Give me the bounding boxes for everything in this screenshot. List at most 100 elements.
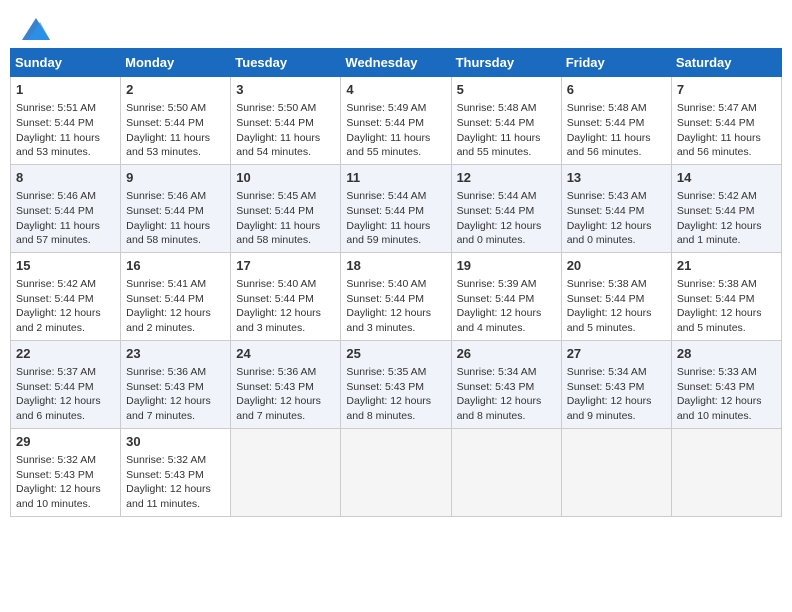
daylight: Daylight: 12 hours and 5 minutes. — [677, 307, 762, 334]
sunrise: Sunrise: 5:41 AM — [126, 278, 206, 290]
daylight: Daylight: 11 hours and 58 minutes. — [126, 220, 210, 247]
sunset: Sunset: 5:44 PM — [126, 117, 204, 129]
calendar-cell: 21 Sunrise: 5:38 AM Sunset: 5:44 PM Dayl… — [671, 252, 781, 340]
daylight: Daylight: 12 hours and 3 minutes. — [236, 307, 321, 334]
daylight: Daylight: 12 hours and 0 minutes. — [567, 220, 652, 247]
day-number: 25 — [346, 345, 445, 363]
sunrise: Sunrise: 5:38 AM — [677, 278, 757, 290]
calendar-cell: 22 Sunrise: 5:37 AM Sunset: 5:44 PM Dayl… — [11, 340, 121, 428]
sunset: Sunset: 5:44 PM — [346, 117, 424, 129]
day-number: 4 — [346, 81, 445, 99]
calendar-cell: 9 Sunrise: 5:46 AM Sunset: 5:44 PM Dayli… — [121, 164, 231, 252]
sunrise: Sunrise: 5:34 AM — [457, 366, 537, 378]
day-number: 16 — [126, 257, 225, 275]
day-number: 18 — [346, 257, 445, 275]
daylight: Daylight: 11 hours and 56 minutes. — [677, 132, 761, 159]
day-number: 6 — [567, 81, 666, 99]
day-number: 11 — [346, 169, 445, 187]
sunset: Sunset: 5:44 PM — [677, 117, 755, 129]
calendar-cell: 17 Sunrise: 5:40 AM Sunset: 5:44 PM Dayl… — [231, 252, 341, 340]
day-number: 19 — [457, 257, 556, 275]
calendar-cell — [671, 428, 781, 516]
day-of-week-header: Thursday — [451, 49, 561, 77]
day-number: 29 — [16, 433, 115, 451]
sunrise: Sunrise: 5:32 AM — [16, 454, 96, 466]
calendar-cell: 6 Sunrise: 5:48 AM Sunset: 5:44 PM Dayli… — [561, 77, 671, 165]
calendar-cell: 16 Sunrise: 5:41 AM Sunset: 5:44 PM Dayl… — [121, 252, 231, 340]
sunset: Sunset: 5:44 PM — [457, 293, 535, 305]
calendar-cell: 29 Sunrise: 5:32 AM Sunset: 5:43 PM Dayl… — [11, 428, 121, 516]
day-number: 20 — [567, 257, 666, 275]
daylight: Daylight: 12 hours and 6 minutes. — [16, 395, 101, 422]
sunrise: Sunrise: 5:34 AM — [567, 366, 647, 378]
day-number: 10 — [236, 169, 335, 187]
sunrise: Sunrise: 5:44 AM — [457, 190, 537, 202]
sunset: Sunset: 5:43 PM — [16, 469, 94, 481]
calendar-cell: 19 Sunrise: 5:39 AM Sunset: 5:44 PM Dayl… — [451, 252, 561, 340]
calendar-cell: 15 Sunrise: 5:42 AM Sunset: 5:44 PM Dayl… — [11, 252, 121, 340]
daylight: Daylight: 12 hours and 10 minutes. — [16, 483, 101, 510]
sunset: Sunset: 5:44 PM — [567, 293, 645, 305]
calendar-cell: 28 Sunrise: 5:33 AM Sunset: 5:43 PM Dayl… — [671, 340, 781, 428]
day-number: 13 — [567, 169, 666, 187]
daylight: Daylight: 12 hours and 11 minutes. — [126, 483, 211, 510]
sunset: Sunset: 5:44 PM — [567, 205, 645, 217]
sunrise: Sunrise: 5:45 AM — [236, 190, 316, 202]
sunset: Sunset: 5:44 PM — [457, 117, 535, 129]
calendar-cell: 18 Sunrise: 5:40 AM Sunset: 5:44 PM Dayl… — [341, 252, 451, 340]
day-of-week-header: Monday — [121, 49, 231, 77]
logo-icon — [22, 18, 50, 40]
sunset: Sunset: 5:44 PM — [16, 381, 94, 393]
sunrise: Sunrise: 5:40 AM — [346, 278, 426, 290]
calendar-cell: 26 Sunrise: 5:34 AM Sunset: 5:43 PM Dayl… — [451, 340, 561, 428]
daylight: Daylight: 11 hours and 53 minutes. — [16, 132, 100, 159]
day-number: 22 — [16, 345, 115, 363]
daylight: Daylight: 12 hours and 5 minutes. — [567, 307, 652, 334]
day-number: 27 — [567, 345, 666, 363]
sunrise: Sunrise: 5:48 AM — [457, 102, 537, 114]
sunrise: Sunrise: 5:49 AM — [346, 102, 426, 114]
calendar-cell — [451, 428, 561, 516]
sunrise: Sunrise: 5:36 AM — [236, 366, 316, 378]
sunset: Sunset: 5:44 PM — [567, 117, 645, 129]
daylight: Daylight: 12 hours and 10 minutes. — [677, 395, 762, 422]
day-number: 15 — [16, 257, 115, 275]
calendar-cell: 13 Sunrise: 5:43 AM Sunset: 5:44 PM Dayl… — [561, 164, 671, 252]
sunrise: Sunrise: 5:47 AM — [677, 102, 757, 114]
daylight: Daylight: 11 hours and 59 minutes. — [346, 220, 430, 247]
day-number: 12 — [457, 169, 556, 187]
sunrise: Sunrise: 5:38 AM — [567, 278, 647, 290]
sunrise: Sunrise: 5:44 AM — [346, 190, 426, 202]
day-number: 28 — [677, 345, 776, 363]
sunset: Sunset: 5:44 PM — [16, 293, 94, 305]
day-number: 5 — [457, 81, 556, 99]
sunrise: Sunrise: 5:35 AM — [346, 366, 426, 378]
sunset: Sunset: 5:43 PM — [567, 381, 645, 393]
sunset: Sunset: 5:44 PM — [126, 293, 204, 305]
daylight: Daylight: 12 hours and 1 minute. — [677, 220, 762, 247]
sunrise: Sunrise: 5:46 AM — [16, 190, 96, 202]
daylight: Daylight: 11 hours and 55 minutes. — [457, 132, 541, 159]
sunset: Sunset: 5:43 PM — [126, 469, 204, 481]
calendar-cell — [341, 428, 451, 516]
day-number: 9 — [126, 169, 225, 187]
calendar-cell: 24 Sunrise: 5:36 AM Sunset: 5:43 PM Dayl… — [231, 340, 341, 428]
day-of-week-header: Saturday — [671, 49, 781, 77]
sunset: Sunset: 5:44 PM — [16, 117, 94, 129]
calendar-header-row: SundayMondayTuesdayWednesdayThursdayFrid… — [11, 49, 782, 77]
sunrise: Sunrise: 5:48 AM — [567, 102, 647, 114]
day-number: 2 — [126, 81, 225, 99]
daylight: Daylight: 11 hours and 54 minutes. — [236, 132, 320, 159]
calendar-table: SundayMondayTuesdayWednesdayThursdayFrid… — [10, 48, 782, 517]
sunset: Sunset: 5:44 PM — [236, 205, 314, 217]
day-of-week-header: Wednesday — [341, 49, 451, 77]
calendar-cell: 14 Sunrise: 5:42 AM Sunset: 5:44 PM Dayl… — [671, 164, 781, 252]
daylight: Daylight: 12 hours and 2 minutes. — [16, 307, 101, 334]
calendar-cell: 12 Sunrise: 5:44 AM Sunset: 5:44 PM Dayl… — [451, 164, 561, 252]
day-number: 17 — [236, 257, 335, 275]
day-number: 3 — [236, 81, 335, 99]
day-number: 24 — [236, 345, 335, 363]
daylight: Daylight: 12 hours and 7 minutes. — [236, 395, 321, 422]
sunset: Sunset: 5:43 PM — [236, 381, 314, 393]
calendar-cell: 8 Sunrise: 5:46 AM Sunset: 5:44 PM Dayli… — [11, 164, 121, 252]
